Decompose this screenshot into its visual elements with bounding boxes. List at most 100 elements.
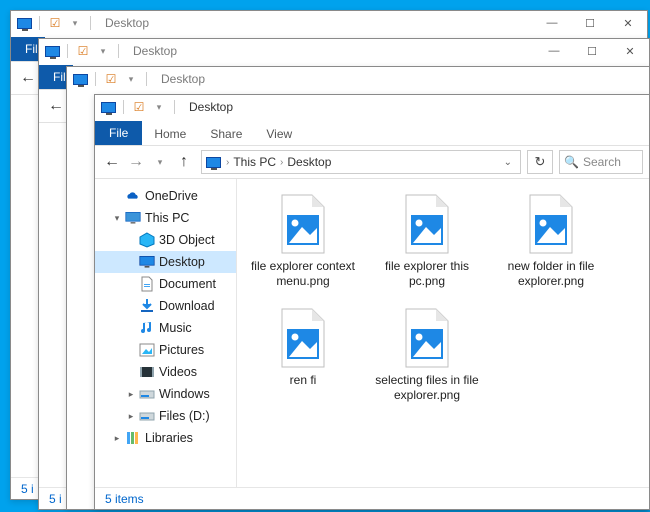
tree-item-label: This PC	[145, 211, 189, 225]
tree-item-videos[interactable]: Videos	[95, 361, 236, 383]
videos-icon	[139, 364, 155, 380]
twisty-icon[interactable]: ▸	[127, 389, 135, 400]
tree-item-windows[interactable]: ▸ Windows	[95, 383, 236, 405]
tree-item-label: Pictures	[159, 343, 204, 357]
libraries-icon	[125, 430, 141, 446]
window-title: Desktop	[105, 16, 149, 30]
pictures-icon	[139, 342, 155, 358]
file-name-label: new folder in file explorer.png	[497, 259, 605, 289]
breadcrumb-desktop[interactable]: Desktop	[287, 155, 331, 169]
file-item[interactable]: selecting files in file explorer.png	[371, 307, 483, 403]
file-name-label: file explorer context menu.png	[249, 259, 357, 289]
tree-item-document[interactable]: Document	[95, 273, 236, 295]
tree-item-label: Libraries	[145, 431, 193, 445]
image-file-icon	[396, 307, 458, 369]
breadcrumb-this-pc[interactable]: This PC	[233, 155, 276, 169]
twisty-icon[interactable]: ▸	[127, 411, 135, 422]
forward-button[interactable]: →	[125, 151, 147, 173]
recent-locations-button[interactable]: ▾	[149, 151, 171, 173]
tree-item-download[interactable]: Download	[95, 295, 236, 317]
qat-dropdown-icon[interactable]: ▾	[150, 98, 168, 116]
tree-item-label: OneDrive	[145, 189, 198, 203]
tree-item-onedrive[interactable]: OneDrive	[95, 185, 236, 207]
image-file-icon	[396, 193, 458, 255]
qat-dropdown-icon[interactable]: ▾	[122, 70, 140, 88]
search-placeholder: Search	[583, 155, 621, 169]
refresh-button[interactable]: ↻	[527, 150, 553, 174]
status-bar: 5 items	[95, 487, 649, 509]
navigation-pane[interactable]: OneDrive ▾ This PC 3D Object Desktop Document…	[95, 179, 237, 487]
back-button[interactable]: ←	[45, 95, 67, 117]
minimize-button[interactable]: —	[533, 11, 571, 35]
file-item[interactable]: new folder in file explorer.png	[495, 193, 607, 289]
tree-item-pictures[interactable]: Pictures	[95, 339, 236, 361]
nav-toolbar: ← → ▾ ↑ › This PC › Desktop ⌄ ↻ 🔍 Search	[95, 145, 649, 179]
titlebar[interactable]: ☑ ▾ Desktop	[67, 67, 649, 91]
search-input[interactable]: 🔍 Search	[559, 150, 643, 174]
back-button[interactable]: ←	[17, 67, 39, 89]
tree-item-label: Windows	[159, 387, 210, 401]
window-title: Desktop	[161, 72, 205, 86]
status-text: 5 items	[105, 492, 144, 506]
image-file-icon	[520, 193, 582, 255]
file-tab[interactable]: File	[95, 121, 142, 145]
window-title: Desktop	[189, 100, 233, 114]
thispc-icon	[125, 210, 141, 226]
tab-share[interactable]: Share	[198, 123, 254, 145]
onedrive-icon	[125, 188, 141, 204]
maximize-button[interactable]: ☐	[573, 39, 611, 63]
close-button[interactable]: ✕	[611, 39, 649, 63]
file-item[interactable]: file explorer this pc.png	[371, 193, 483, 289]
properties-icon[interactable]: ☑	[130, 98, 148, 116]
tree-item-files-d-[interactable]: ▸ Files (D:)	[95, 405, 236, 427]
documents-icon	[139, 276, 155, 292]
maximize-button[interactable]: ☐	[571, 11, 609, 35]
up-button[interactable]: ↑	[173, 151, 195, 173]
chevron-right-icon[interactable]: ›	[276, 157, 287, 168]
titlebar[interactable]: ☑ ▾ Desktop — ☐ ✕	[11, 11, 647, 35]
close-button[interactable]: ✕	[609, 11, 647, 35]
back-button[interactable]: ←	[101, 151, 123, 173]
tree-item-label: Download	[159, 299, 215, 313]
tree-item-libraries[interactable]: ▸ Libraries	[95, 427, 236, 449]
titlebar[interactable]: ☑ ▾ Desktop — ☐ ✕	[39, 39, 649, 63]
tree-item-label: Desktop	[159, 255, 205, 269]
tree-item-3d-object[interactable]: 3D Object	[95, 229, 236, 251]
file-name-label: ren fi	[290, 373, 317, 388]
tree-item-desktop[interactable]: Desktop	[95, 251, 236, 273]
file-item[interactable]: ren fi	[247, 307, 359, 403]
explorer-icon	[71, 70, 89, 88]
chevron-right-icon[interactable]: ›	[222, 157, 233, 168]
tree-item-label: Music	[159, 321, 192, 335]
properties-icon[interactable]: ☑	[102, 70, 120, 88]
tree-item-label: Document	[159, 277, 216, 291]
desktop-icon	[139, 254, 155, 270]
tree-item-this-pc[interactable]: ▾ This PC	[95, 207, 236, 229]
tree-item-label: Videos	[159, 365, 197, 379]
file-explorer-window: ☑ ▾ Desktop File Home Share View ← → ▾ ↑…	[94, 94, 650, 510]
properties-icon[interactable]: ☑	[46, 14, 64, 32]
content-pane[interactable]: file explorer context menu.png file explo…	[237, 179, 649, 487]
tab-view[interactable]: View	[254, 123, 304, 145]
twisty-icon[interactable]: ▸	[113, 433, 121, 444]
titlebar[interactable]: ☑ ▾ Desktop	[95, 95, 649, 119]
disk-icon	[139, 408, 155, 424]
tree-item-label: 3D Object	[159, 233, 215, 247]
explorer-icon	[43, 42, 61, 60]
file-item[interactable]: file explorer context menu.png	[247, 193, 359, 289]
window-title: Desktop	[133, 44, 177, 58]
tree-item-music[interactable]: Music	[95, 317, 236, 339]
address-dropdown-icon[interactable]: ⌄	[498, 157, 518, 168]
ribbon-tabs: File Home Share View	[95, 119, 649, 145]
qat-dropdown-icon[interactable]: ▾	[94, 42, 112, 60]
downloads-icon	[139, 298, 155, 314]
twisty-icon[interactable]: ▾	[113, 213, 121, 224]
search-icon: 🔍	[564, 155, 579, 169]
address-bar[interactable]: › This PC › Desktop ⌄	[201, 150, 521, 174]
properties-icon[interactable]: ☑	[74, 42, 92, 60]
tree-item-label: Files (D:)	[159, 409, 210, 423]
minimize-button[interactable]: —	[535, 39, 573, 63]
qat-dropdown-icon[interactable]: ▾	[66, 14, 84, 32]
tab-home[interactable]: Home	[142, 123, 198, 145]
image-file-icon	[272, 307, 334, 369]
